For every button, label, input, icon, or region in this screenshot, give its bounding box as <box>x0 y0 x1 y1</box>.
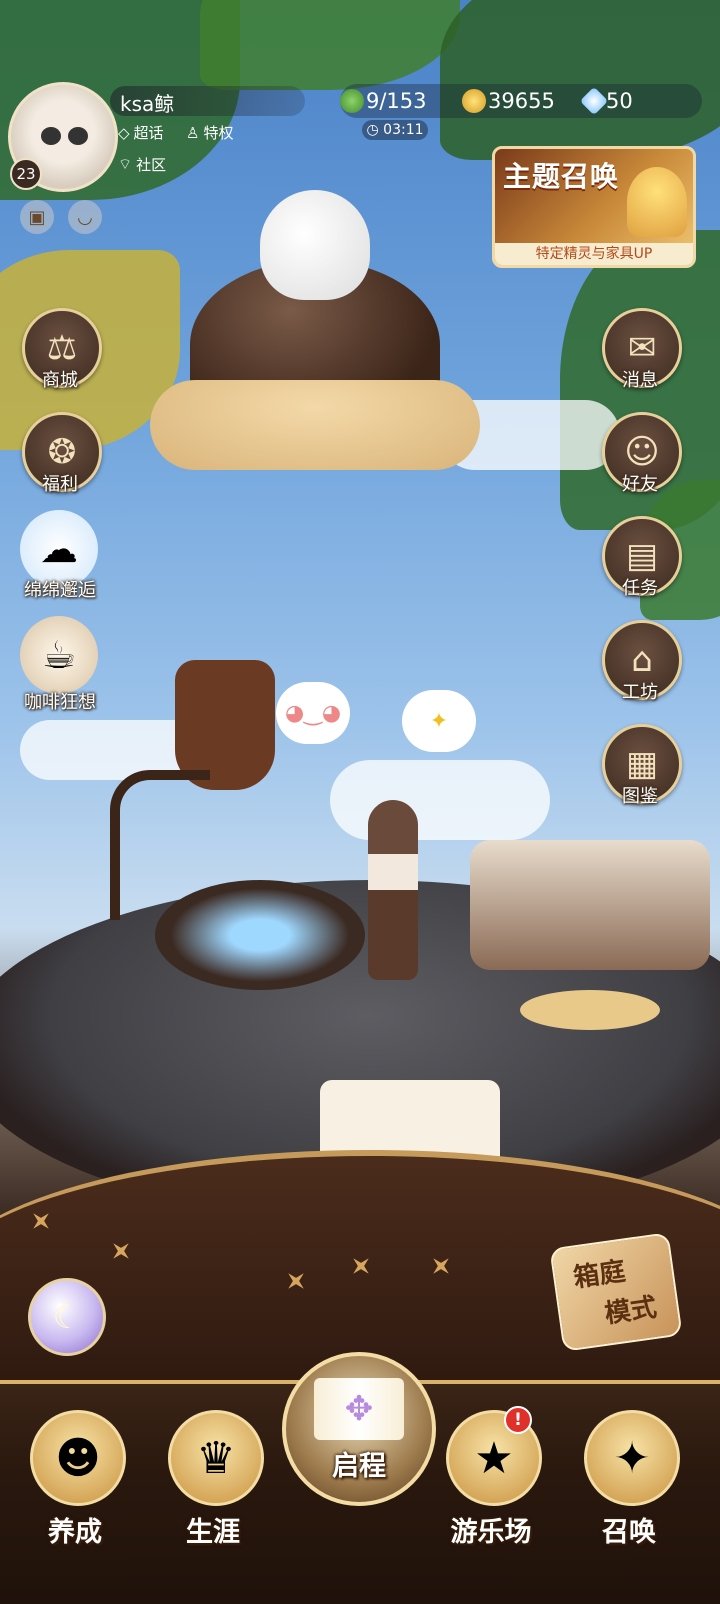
dessert-cart[interactable] <box>470 840 710 970</box>
nav-playground[interactable]: ★ ! 游乐场 <box>436 1406 546 1560</box>
cinnamoroll-label: 绵绵邂逅 <box>24 580 96 601</box>
summon-card-icon: ✦ <box>584 1410 680 1506</box>
crown-icon: ♛ <box>168 1410 264 1506</box>
notification-badge: ! <box>504 1406 532 1434</box>
workshop-icon: ⌂ <box>631 640 653 680</box>
nav-start-journey[interactable]: ✥ 启程 <box>282 1352 436 1506</box>
leaf-decoration <box>440 0 720 160</box>
diamond-counter[interactable]: 50 <box>579 86 633 116</box>
nav-playground-label: 游乐场 <box>450 1517 532 1548</box>
coffee-event-button[interactable]: ☕ <box>20 616 98 694</box>
diamond-icon: ◇ <box>118 123 130 142</box>
tart-crust <box>150 380 480 470</box>
gift-globe-icon: ❂ <box>47 432 77 472</box>
leaf-decoration <box>200 0 460 90</box>
album-label: 图鉴 <box>622 786 658 807</box>
coin-value: 39655 <box>488 89 555 113</box>
whipped-cream <box>260 190 370 300</box>
energy-timer: ◷ 03:11 <box>362 120 428 140</box>
coin-icon <box>462 89 486 113</box>
album-icon: ▦ <box>625 744 659 784</box>
community-label: 社区 <box>136 156 167 174</box>
coin-counter[interactable]: 39655 <box>462 86 555 116</box>
box-mode-line2: 模式 <box>602 1292 659 1330</box>
player-character[interactable] <box>368 800 418 980</box>
privilege-label: 特权 <box>203 124 234 142</box>
banner-title: 主题召唤 <box>503 160 620 193</box>
privilege-icon: ♙ <box>186 123 200 142</box>
emote-bubble-sparkle[interactable]: ✦ <box>402 690 476 752</box>
clover-icon <box>340 89 364 113</box>
banner-subtitle: 特定精灵与家具UP <box>495 243 693 265</box>
box-garden-mode-button[interactable]: 箱庭 模式 <box>549 1232 683 1352</box>
character-icon: ☻ <box>30 1410 126 1506</box>
banner-character <box>627 167 687 237</box>
avatar-glasses <box>41 127 89 145</box>
friends-label: 好友 <box>622 474 658 495</box>
friends-icon: ☺ <box>624 432 660 472</box>
supertopic-label: 超话 <box>133 124 164 142</box>
player-name[interactable]: ksa鲸 <box>120 88 174 117</box>
theme-summon-banner[interactable]: 主题召唤 特定精灵与家具UP <box>492 146 696 268</box>
player-level: 23 <box>10 158 42 190</box>
nav-career[interactable]: ♛ 生涯 <box>158 1410 268 1560</box>
energy-counter[interactable]: 9/153 <box>340 86 427 116</box>
nav-summon-label: 召唤 <box>602 1517 656 1548</box>
supertopic-link[interactable]: ◇ 超话 <box>118 122 164 143</box>
timer-value: 03:11 <box>383 122 424 138</box>
nav-summon[interactable]: ✦ 召唤 <box>574 1410 684 1560</box>
coffee-cup-icon: ☕ <box>41 633 77 677</box>
diamond-gem-icon <box>579 86 609 116</box>
emote-bubble-happy[interactable]: ◕‿◕ <box>276 682 350 744</box>
nav-start-label: 启程 <box>332 1451 386 1482</box>
floating-chocolate-dessert <box>150 180 480 510</box>
tasks-label: 任务 <box>622 578 658 599</box>
cloud <box>330 760 550 840</box>
camera-icon[interactable]: ▣ <box>20 200 54 234</box>
moon-icon: ☾ <box>52 1298 82 1336</box>
nav-develop[interactable]: ☻ 养成 <box>20 1410 130 1560</box>
cinnamoroll-icon: ☁ <box>40 527 78 571</box>
workshop-label: 工坊 <box>622 682 658 703</box>
crystal-ball-button[interactable]: ☾ <box>28 1278 106 1356</box>
harp[interactable] <box>110 770 210 920</box>
eye-mask-icon[interactable]: ◡ <box>68 200 102 234</box>
scales-icon: ⚖ <box>46 328 78 368</box>
diamond-value: 50 <box>606 89 633 113</box>
welfare-label: 福利 <box>42 474 78 495</box>
community-link[interactable]: ⌔ 社区 <box>118 154 166 175</box>
coffee-label: 咖啡狂想 <box>24 692 96 713</box>
storybook-icon: ✥ <box>314 1378 404 1440</box>
envelope-icon: ✉ <box>627 328 657 368</box>
community-icon: ⌔ <box>118 155 133 173</box>
nav-develop-label: 养成 <box>48 1517 102 1548</box>
nav-career-label: 生涯 <box>186 1517 240 1548</box>
box-mode-line1: 箱庭 <box>571 1256 628 1294</box>
privilege-link[interactable]: ♙ 特权 <box>186 122 233 143</box>
messages-label: 消息 <box>622 370 658 391</box>
energy-value: 9/153 <box>366 89 427 113</box>
clipboard-icon: ▤ <box>625 536 659 576</box>
shop-label: 商城 <box>42 370 78 391</box>
round-table[interactable] <box>520 990 660 1030</box>
